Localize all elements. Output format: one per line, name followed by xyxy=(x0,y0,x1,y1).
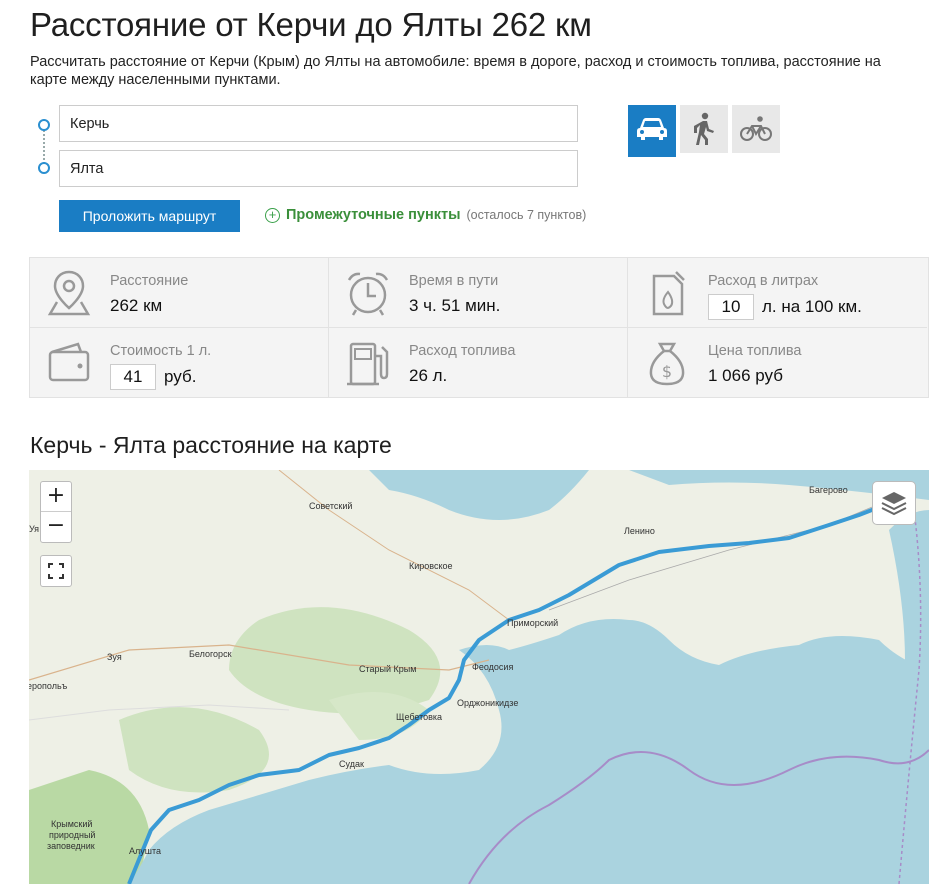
cost-per-liter-input[interactable]: 41 xyxy=(110,364,156,390)
destination-dot-icon xyxy=(38,162,50,174)
map-label-lenino: Ленино xyxy=(624,526,655,536)
map-label-feodosia: Феодосия xyxy=(472,662,513,672)
map-label-reserve-2: природный xyxy=(49,830,95,840)
stat-distance-label: Расстояние xyxy=(110,273,189,289)
waypoints-link[interactable]: Промежуточные пункты xyxy=(286,207,460,223)
zoom-control: + − xyxy=(40,481,72,543)
layers-button[interactable] xyxy=(872,481,916,525)
origin-dot-icon xyxy=(38,119,50,131)
map-label-ordzhonikidze: Орджоникидзе xyxy=(457,698,518,708)
stat-time: Время в пути 3 ч. 51 мин. xyxy=(329,258,628,328)
map-label-kirovskoe: Кировское xyxy=(409,561,453,571)
map-label-primorsky: Приморский xyxy=(507,618,558,628)
map-label-sovetsky: Советский xyxy=(309,501,352,511)
fuel-pump-icon xyxy=(347,342,389,386)
bike-icon xyxy=(740,116,772,141)
money-bag-icon: $ xyxy=(649,342,685,386)
fullscreen-button[interactable] xyxy=(40,555,72,587)
alarm-clock-icon xyxy=(347,272,389,316)
stat-fuel: Расход топлива 26 л. xyxy=(329,328,628,398)
stat-cost-label: Стоимость 1 л. xyxy=(110,343,212,359)
stat-fuel-price: $ Цена топлива 1 066 руб xyxy=(628,328,927,398)
origin-input[interactable] xyxy=(59,105,578,142)
plus-circle-icon: + xyxy=(265,207,280,223)
stat-consumption-label: Расход в литрах xyxy=(708,273,819,289)
stat-distance: Расстояние 262 км xyxy=(30,258,329,328)
map-label-alushta: Алушта xyxy=(129,846,161,856)
map-canvas: Багерово Советский Ленино Кировское Прим… xyxy=(29,470,929,884)
stat-consumption-row: 10 л. на 100 км. xyxy=(708,294,862,320)
map-label-belogorsk: Белогорск xyxy=(189,649,232,659)
stat-fuel-price-value: 1 066 руб xyxy=(708,366,783,385)
map-label-reserve-1: Крымский xyxy=(51,819,92,829)
map-label-reserve-3: заповедник xyxy=(47,841,95,851)
trip-stats-panel: Расстояние 262 км Время в пути 3 ч. 51 м… xyxy=(29,257,929,398)
route-connector xyxy=(43,130,45,164)
layers-icon xyxy=(881,492,907,516)
stat-cost-per-liter: Стоимость 1 л. 41 руб. xyxy=(30,328,329,398)
wallet-icon xyxy=(48,342,90,382)
map-label-sudak: Судак xyxy=(339,759,364,769)
cost-unit: руб. xyxy=(164,367,197,386)
map-heading: Керчь - Ялта расстояние на карте xyxy=(30,432,392,458)
mode-bike-button[interactable] xyxy=(732,105,780,153)
consumption-input[interactable]: 10 xyxy=(708,294,754,320)
map-label-stary-krym: Старый Крым xyxy=(359,664,416,674)
stat-fuel-label: Расход топлива xyxy=(409,343,516,359)
zoom-in-button[interactable]: + xyxy=(41,482,71,512)
walk-icon xyxy=(694,112,714,145)
fullscreen-icon xyxy=(48,563,64,579)
stat-cost-row: 41 руб. xyxy=(110,364,196,390)
stat-time-value: 3 ч. 51 мин. xyxy=(409,296,501,315)
zoom-out-button[interactable]: − xyxy=(41,512,71,542)
stat-consumption: Расход в литрах 10 л. на 100 км. xyxy=(628,258,927,328)
location-pin-icon xyxy=(47,270,91,316)
stat-time-label: Время в пути xyxy=(409,273,499,289)
mode-walk-button[interactable] xyxy=(680,105,728,153)
waypoints-toggle[interactable]: + Промежуточные пункты (осталось 7 пункт… xyxy=(265,207,586,223)
map-label-shchebetovka: Щебетовка xyxy=(396,712,442,722)
svg-text:$: $ xyxy=(662,362,672,381)
page-subtitle: Рассчитать расстояние от Керчи (Крым) до… xyxy=(30,54,881,88)
consumption-unit: л. на 100 км. xyxy=(762,297,862,316)
map-label-zuya: Зуя xyxy=(107,652,122,662)
stat-fuel-price-label: Цена топлива xyxy=(708,343,802,359)
map-label-bagerovo: Багерово xyxy=(809,485,848,495)
map-label-edge: Уя xyxy=(29,524,39,534)
stat-distance-value: 262 км xyxy=(110,296,163,315)
build-route-button[interactable]: Проложить маршрут xyxy=(59,200,240,232)
page-title: Расстояние от Керчи до Ялты 262 км xyxy=(30,6,592,43)
waypoints-note: (осталось 7 пунктов) xyxy=(466,208,587,222)
stat-fuel-value: 26 л. xyxy=(409,366,448,385)
destination-input[interactable] xyxy=(59,150,578,187)
route-map[interactable]: Багерово Советский Ленино Кировское Прим… xyxy=(29,470,929,884)
mode-active-indicator xyxy=(628,153,676,157)
mode-car-button[interactable] xyxy=(628,105,676,153)
fuel-canister-icon xyxy=(652,271,685,316)
map-label-simferopol: еропольъ xyxy=(29,681,68,691)
car-icon xyxy=(637,118,667,140)
